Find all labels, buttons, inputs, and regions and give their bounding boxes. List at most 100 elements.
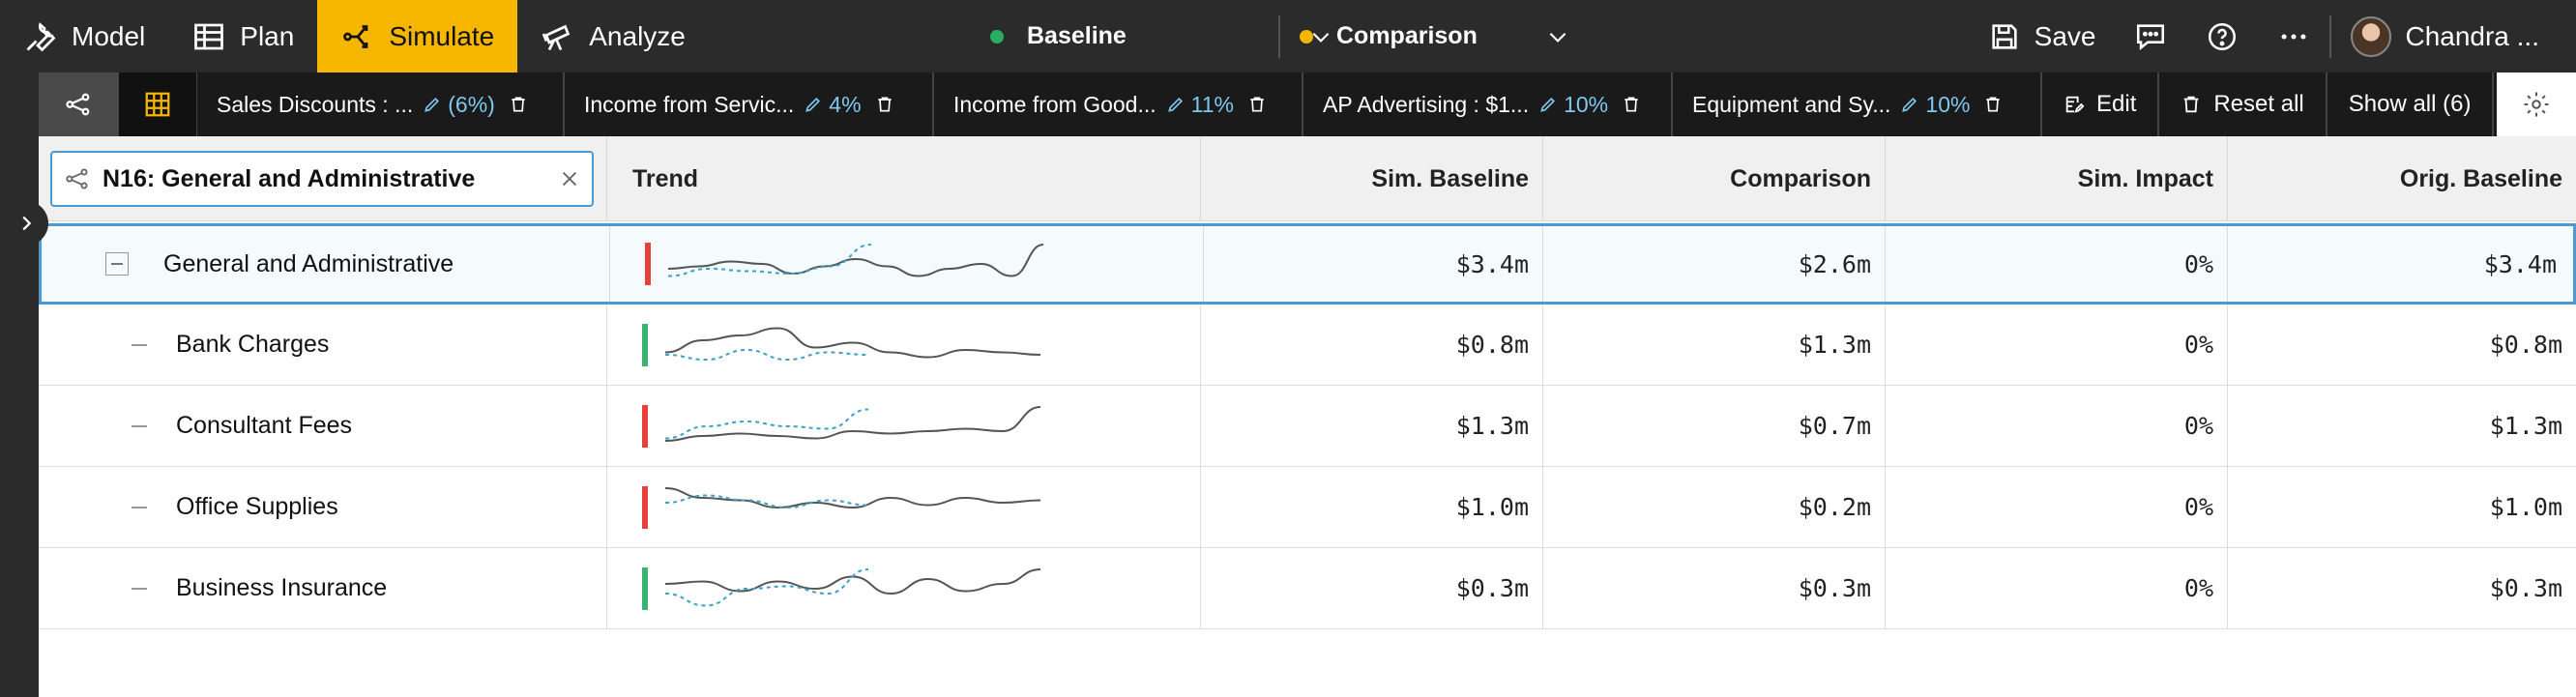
trend-column-header[interactable]: Trend: [607, 136, 1201, 221]
chip-percent: 4%: [829, 91, 862, 117]
comment-icon: [2137, 23, 2165, 50]
node-search-input[interactable]: [102, 164, 547, 193]
settings-button[interactable]: [2497, 73, 2576, 136]
save-icon: [1992, 23, 2017, 49]
baseline-scenario-selector[interactable]: Baseline: [990, 0, 1333, 73]
table-row[interactable]: Bank Charges $0.8m $1.3m 0% $0.8m: [39, 305, 2576, 386]
trash-icon: [2184, 96, 2199, 113]
comparison-trend-line: [665, 567, 869, 607]
telescope-icon: [542, 24, 571, 50]
name-cell[interactable]: General and Administrative: [42, 226, 610, 302]
sim-impact-cell: 0%: [1886, 226, 2228, 302]
table-row[interactable]: Business Insurance $0.3m $0.3m 0% $0.3m: [39, 548, 2576, 629]
right-toolbar: Save Chandra ...: [1969, 0, 2576, 73]
row-name: Business Insurance: [176, 574, 388, 601]
wrench-icon: [26, 21, 56, 51]
chip-label: Income from Servic...: [584, 91, 795, 117]
comparison-scenario-selector[interactable]: Comparison: [1300, 0, 1570, 73]
more-options-button[interactable]: [2258, 20, 2329, 53]
reset-all-button[interactable]: Reset all: [2159, 73, 2327, 136]
table-icon: [194, 23, 224, 49]
gear-icon: [2524, 92, 2549, 117]
trash-icon[interactable]: [1247, 95, 1267, 114]
tree-leaf-marker: [132, 587, 147, 590]
graph-view-button[interactable]: [39, 73, 118, 136]
orig-baseline-cell: $3.4m: [2483, 249, 2557, 278]
close-icon[interactable]: [559, 168, 580, 189]
nav-simulate-button[interactable]: Simulate: [317, 0, 518, 73]
nav-analyze-button[interactable]: Analyze: [517, 0, 709, 73]
help-icon: [2209, 22, 2237, 50]
simulation-chip-bar: Sales Discounts : ... (6%) Income from S…: [39, 73, 2576, 136]
nav-model-button[interactable]: Model: [0, 0, 168, 73]
top-navigation-bar: Model Plan Simulate Analyze Baseline Com…: [0, 0, 2576, 73]
name-cell[interactable]: Office Supplies: [39, 467, 607, 547]
expand-panel-button[interactable]: [4, 201, 48, 246]
pencil-icon: [1902, 97, 1917, 112]
sim-impact-cell: 0%: [1886, 548, 2228, 628]
edit-icon: [2065, 96, 2085, 113]
simulation-chip[interactable]: Income from Good... 11%: [934, 73, 1303, 136]
more-icon: [2282, 33, 2306, 40]
help-button[interactable]: [2186, 20, 2258, 53]
simulation-chip[interactable]: Income from Servic... 4%: [565, 73, 934, 136]
orig-baseline-column-header[interactable]: Orig. Baseline: [2228, 136, 2576, 221]
orig-baseline-cell: $1.3m: [2489, 412, 2562, 440]
name-cell[interactable]: Business Insurance: [39, 548, 607, 628]
trend-sparkline: [665, 567, 1041, 607]
nav-plan-button[interactable]: Plan: [168, 0, 317, 73]
trash-icon[interactable]: [1983, 95, 2003, 114]
nav-analyze-label: Analyze: [589, 20, 686, 51]
table-row[interactable]: Consultant Fees $1.3m $0.7m 0% $1.3m: [39, 386, 2576, 467]
collapse-toggle[interactable]: [105, 252, 129, 276]
simulation-chip[interactable]: Sales Discounts : ... (6%): [197, 73, 565, 136]
sim-impact-column-header[interactable]: Sim. Impact: [1886, 136, 2228, 221]
trend-cell: [607, 386, 1201, 466]
avatar: [2351, 15, 2392, 57]
comparison-column-header[interactable]: Comparison: [1543, 136, 1886, 221]
simulation-chip[interactable]: AP Advertising : $1... 10%: [1303, 73, 1673, 136]
show-all-button[interactable]: Show all (6): [2327, 73, 2495, 136]
chip-edit-percent[interactable]: 10%: [1900, 92, 1970, 118]
chip-edit-percent[interactable]: 4%: [804, 91, 862, 118]
sim-baseline-cell: $1.3m: [1201, 386, 1543, 466]
table-row[interactable]: Office Supplies $1.0m $0.2m 0% $1.0m: [39, 467, 2576, 548]
trash-icon[interactable]: [509, 95, 528, 114]
variance-indicator-bar: [642, 566, 648, 610]
chip-edit-percent[interactable]: (6%): [423, 92, 495, 118]
reset-all-label: Reset all: [2213, 91, 2304, 117]
comparison-label: Comparison: [1336, 22, 1478, 49]
name-cell[interactable]: Consultant Fees: [39, 386, 607, 466]
sim-baseline-column-header[interactable]: Sim. Baseline: [1201, 136, 1543, 221]
orig-baseline-cell: $1.0m: [2489, 493, 2562, 521]
trend-cell: [610, 226, 1204, 302]
hierarchy-icon: [66, 93, 90, 116]
chip-percent: (6%): [448, 91, 495, 117]
scenario-divider: [1278, 15, 1280, 58]
node-search-field[interactable]: [50, 151, 594, 207]
trend-cell: [607, 305, 1201, 385]
variance-indicator-bar: [642, 323, 648, 366]
chip-edit-percent[interactable]: 10%: [1538, 92, 1608, 118]
simulation-chip[interactable]: Equipment and Sy... 10%: [1673, 73, 2042, 136]
table-row[interactable]: General and Administrative $3.4m $2.6m 0% $3…: [39, 223, 2576, 305]
trash-icon[interactable]: [875, 95, 894, 114]
comparison-cell: $0.3m: [1543, 548, 1886, 628]
branch-icon: [343, 24, 368, 48]
variance-indicator-bar: [642, 404, 648, 448]
baseline-trend-line: [665, 486, 1041, 508]
grid-view-button[interactable]: [118, 73, 197, 136]
chip-label: Equipment and Sy...: [1692, 91, 1891, 117]
minus-icon: [111, 263, 123, 265]
comments-button[interactable]: [2115, 20, 2186, 53]
name-cell[interactable]: Bank Charges: [39, 305, 607, 385]
tree-leaf-marker: [132, 343, 147, 346]
pencil-icon: [805, 97, 821, 112]
sim-baseline-cell: $1.0m: [1201, 467, 1543, 547]
pencil-icon: [1167, 97, 1183, 112]
user-menu-button[interactable]: Chandra ...: [2331, 15, 2576, 57]
trash-icon[interactable]: [1622, 95, 1641, 114]
save-button[interactable]: Save: [1969, 20, 2116, 53]
chip-edit-percent[interactable]: 11%: [1166, 92, 1234, 118]
edit-button[interactable]: Edit: [2042, 73, 2160, 136]
